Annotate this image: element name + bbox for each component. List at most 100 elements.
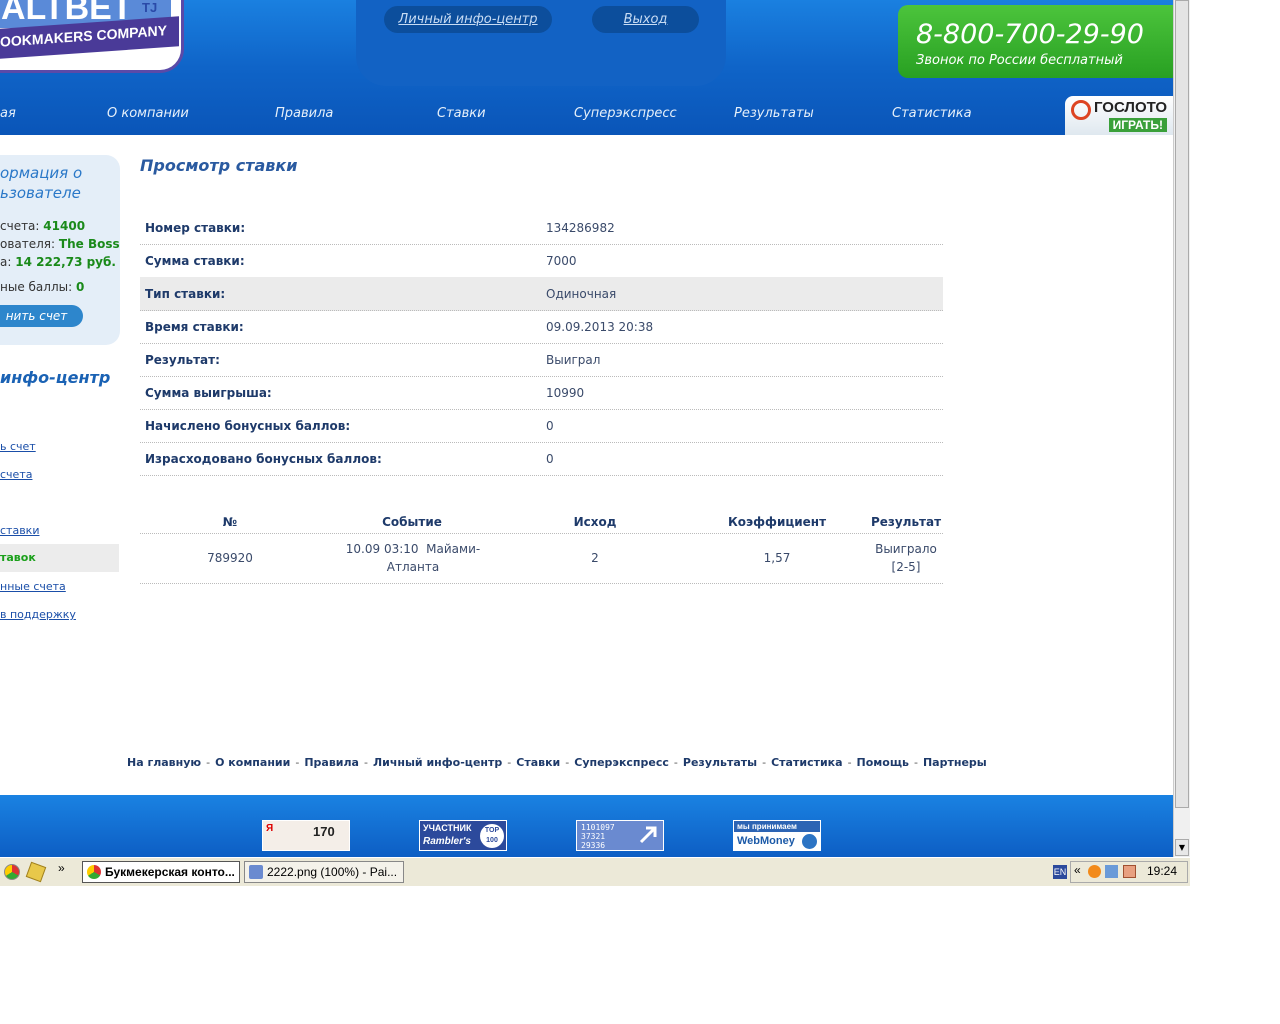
- detail-row: Номер ставки: 134286982: [140, 211, 943, 245]
- sidebar-link-accounts[interactable]: счета: [0, 468, 32, 481]
- detail-row: Сумма выигрыша: 10990: [140, 376, 943, 410]
- sidebar-link-support[interactable]: в поддержку: [0, 608, 76, 621]
- user-value: The Boss: [58, 237, 120, 251]
- page-title: Просмотр ставки: [140, 156, 298, 175]
- vertical-scrollbar[interactable]: ▼: [1173, 0, 1190, 857]
- footer-links: На главную - О компании - Правила - Личный инф…: [127, 756, 987, 769]
- footer-separator: -: [762, 756, 767, 769]
- scroll-down-arrow-icon[interactable]: ▼: [1175, 839, 1189, 856]
- cell-num: 789920: [207, 551, 253, 565]
- logout-link[interactable]: Выход: [592, 6, 699, 33]
- paint-quicklaunch-icon[interactable]: [25, 861, 47, 883]
- taskbar-window-paint[interactable]: 2222.png (100%) - Pai...: [244, 861, 404, 883]
- detail-value: 0: [546, 452, 554, 466]
- nav-item-superexpress[interactable]: Суперэкспресс: [574, 106, 677, 121]
- top-up-account-button[interactable]: нить счет: [0, 305, 83, 327]
- browser-viewport: ALTBET TJ BOOKMAKERS COMPANY Личный инфо…: [0, 0, 1173, 857]
- cell-event-line-1: 10.09 03:10 Майами-: [345, 542, 481, 556]
- footer-separator: -: [363, 756, 368, 769]
- detail-label: Сумма выигрыша:: [145, 386, 272, 400]
- language-indicator[interactable]: EN: [1053, 865, 1067, 879]
- tray-avast-icon[interactable]: [1088, 865, 1101, 878]
- info-center-heading: инфо-центр: [0, 368, 111, 387]
- footer-link-personal[interactable]: Личный инфо-центр: [373, 756, 502, 769]
- detail-value: 134286982: [546, 221, 615, 235]
- footer-separator: -: [295, 756, 300, 769]
- col-header-event: Событие: [382, 515, 442, 529]
- quicklaunch-more-icon[interactable]: »: [58, 861, 65, 875]
- webmoney-badge[interactable]: мы принимаем WebMoney: [733, 820, 821, 851]
- phone-caption: Звонок по России бесплатный: [916, 53, 1123, 68]
- phone-banner[interactable]: 8-800-700-29-90 Звонок по России бесплат…: [898, 5, 1173, 78]
- tray-app-icon[interactable]: [1123, 865, 1136, 878]
- footer-link-results[interactable]: Результаты: [683, 756, 757, 769]
- footer-separator: -: [913, 756, 918, 769]
- detail-value: 0: [546, 419, 554, 433]
- yandex-counter-badge[interactable]: Я 170: [262, 820, 350, 851]
- paint-icon: [249, 865, 263, 879]
- site-logo[interactable]: ALTBET TJ BOOKMAKERS COMPANY: [0, 0, 184, 73]
- footer-link-partners[interactable]: Партнеры: [923, 756, 987, 769]
- detail-label: Номер ставки:: [145, 221, 246, 235]
- yandex-letter: Я: [266, 823, 274, 834]
- footer-link-rules[interactable]: Правила: [304, 756, 359, 769]
- nav-item-rules[interactable]: Правила: [275, 106, 333, 121]
- nav-item-about[interactable]: О компании: [107, 106, 189, 121]
- detail-label: Время ставки:: [145, 320, 244, 334]
- windows-taskbar: » Букмекерская конто... 2222.png (100%) …: [0, 857, 1190, 886]
- cell-outcome: 2: [591, 551, 599, 565]
- footer-link-home[interactable]: На главную: [127, 756, 201, 769]
- col-header-coefficient: Коэффициент: [727, 515, 827, 529]
- footer-separator: -: [673, 756, 678, 769]
- gosloto-banner[interactable]: ГОСЛОТО ИГРАТЬ!: [1065, 96, 1173, 135]
- footer-link-help[interactable]: Помощь: [857, 756, 909, 769]
- top-user-panel: Личный инфо-центр Выход: [356, 0, 726, 86]
- account-value: 41400: [43, 219, 86, 233]
- nav-item-bets[interactable]: Ставки: [437, 106, 486, 121]
- sidebar-link-account[interactable]: ь счет: [0, 440, 36, 453]
- sidebar-link-bonus-accounts[interactable]: нные счета: [0, 580, 66, 593]
- footer-link-statistics[interactable]: Статистика: [771, 756, 842, 769]
- tray-expand-icon[interactable]: «: [1074, 863, 1081, 877]
- scrollbar-thumb[interactable]: [1175, 0, 1189, 808]
- detail-value: 10990: [546, 386, 585, 400]
- sidebar-link-bets[interactable]: ставки: [0, 524, 39, 537]
- nav-item-results[interactable]: Результаты: [734, 106, 814, 121]
- balance-value: 14 222,73 руб.: [15, 255, 116, 269]
- liveinternet-badge[interactable]: 1101097 37321 29336: [576, 820, 664, 851]
- chrome-quicklaunch-icon[interactable]: [4, 864, 20, 880]
- nav-item-statistics[interactable]: Статистика: [892, 106, 972, 121]
- account-label: счета:: [0, 219, 40, 233]
- balance-row: а: 14 222,73 руб.: [0, 255, 116, 269]
- sidebar-link-bet-history-active[interactable]: тавок: [0, 544, 119, 572]
- footer-bar: Я 170 УЧАСТНИК Rambler's TOP 100 1101097…: [0, 795, 1173, 857]
- cell-coefficient: 1,57: [763, 551, 791, 565]
- footer-separator: -: [206, 756, 211, 769]
- detail-row: Тип ставки: Одиночная: [140, 277, 943, 311]
- detail-value: 09.09.2013 20:38: [546, 320, 654, 334]
- footer-separator: -: [847, 756, 852, 769]
- tray-network-icon[interactable]: [1105, 865, 1118, 878]
- footer-link-superexpress[interactable]: Суперэкспресс: [574, 756, 669, 769]
- logo-sup-text: TJ: [142, 0, 158, 15]
- detail-label: Израсходовано бонусных баллов:: [145, 452, 382, 466]
- nav-item-home[interactable]: ая: [0, 106, 16, 121]
- detail-row: Начислено бонусных баллов: 0: [140, 409, 943, 443]
- li-count-1: 1101097: [581, 823, 615, 832]
- rambler-line-2: Rambler's: [423, 836, 471, 847]
- taskbar-clock: 19:24: [1146, 864, 1177, 878]
- table-row: 789920 10.09 03:10 Майами- Атланта 2 1,5…: [140, 534, 943, 584]
- taskbar-window-browser[interactable]: Букмекерская конто...: [82, 861, 240, 883]
- rambler-top100-badge[interactable]: УЧАСТНИК Rambler's TOP 100: [419, 820, 507, 851]
- detail-label: Начислено бонусных баллов:: [145, 419, 351, 433]
- footer-link-about[interactable]: О компании: [215, 756, 290, 769]
- account-row: счета: 41400: [0, 219, 85, 233]
- col-header-outcome: Исход: [573, 515, 617, 529]
- footer-separator: -: [507, 756, 512, 769]
- personal-info-link[interactable]: Личный инфо-центр: [384, 6, 552, 33]
- yandex-count: 170: [313, 824, 335, 839]
- footer-link-bets[interactable]: Ставки: [516, 756, 560, 769]
- events-table-header: № Событие Исход Коэффициент Результат: [140, 513, 943, 534]
- detail-row: Время ставки: 09.09.2013 20:38: [140, 310, 943, 344]
- user-label: ователя:: [0, 237, 56, 251]
